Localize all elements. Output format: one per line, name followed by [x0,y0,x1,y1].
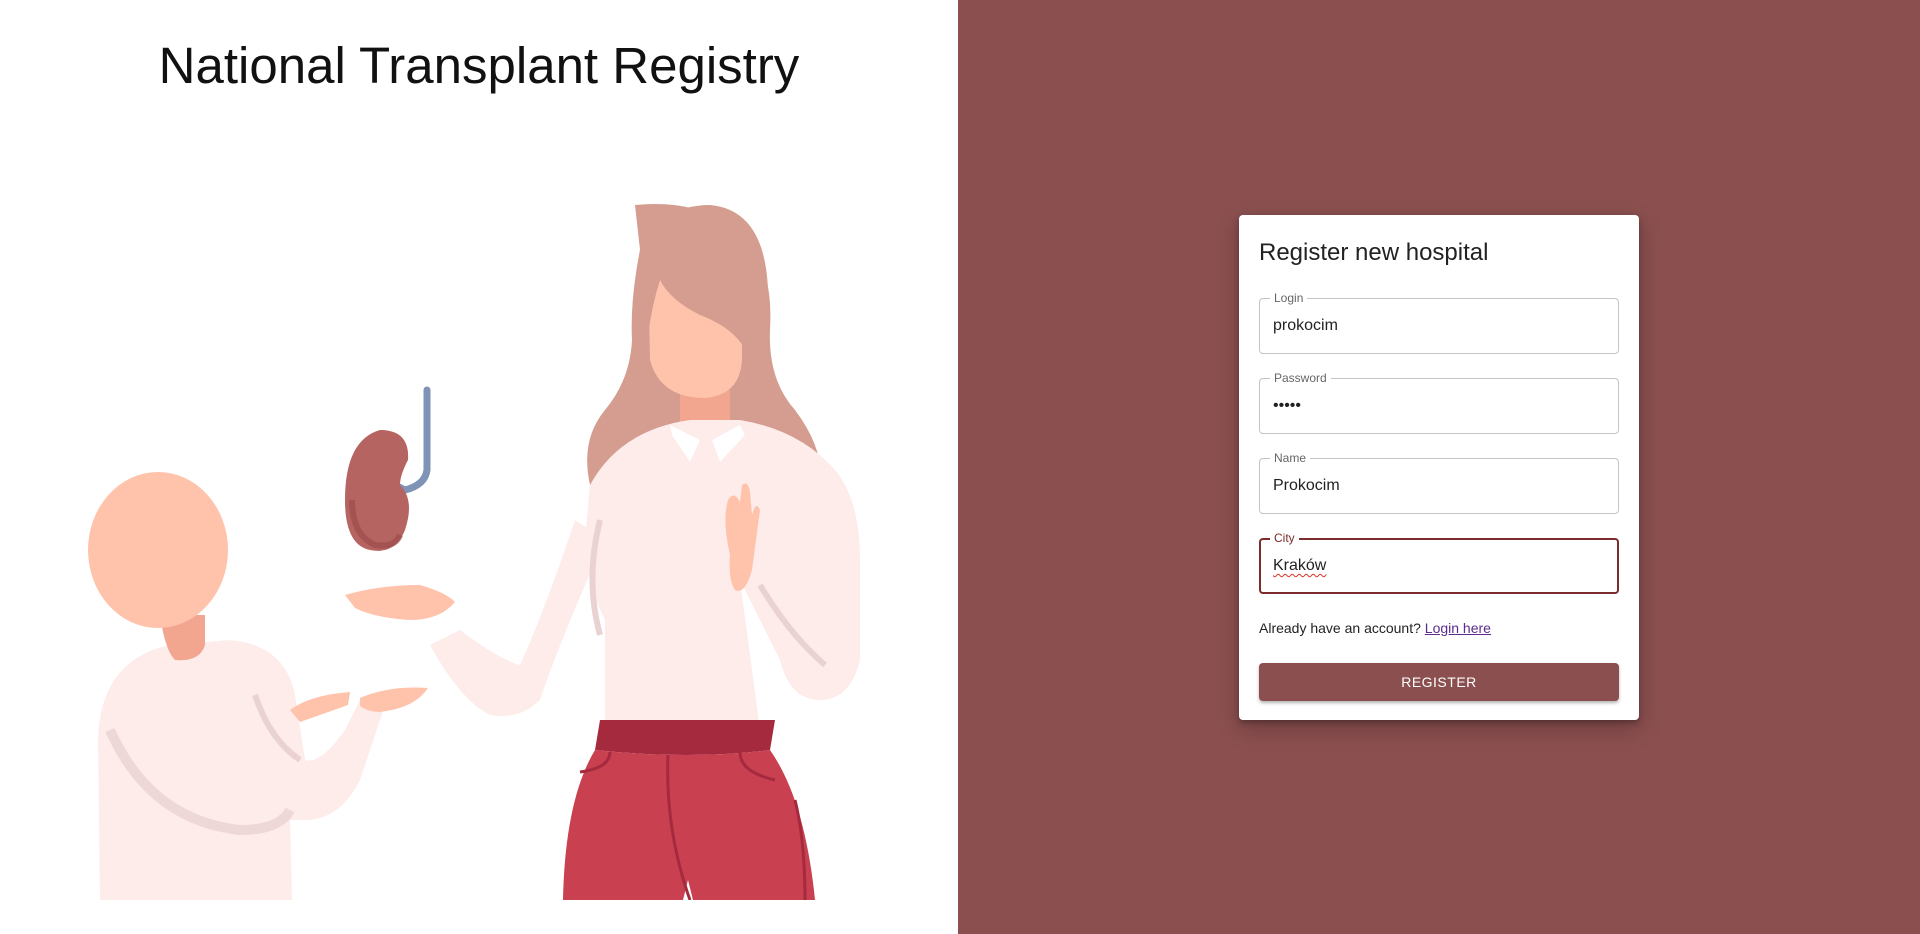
register-card: Register new hospital Login Password Nam… [1239,215,1639,720]
city-value: Kraków [1273,557,1327,574]
woman-figure [345,204,860,900]
register-button[interactable]: REGISTER [1259,663,1619,701]
kidney-icon [345,386,431,551]
app-title: National Transplant Registry [158,37,800,94]
password-input[interactable] [1273,379,1605,433]
password-field: Password [1259,371,1619,434]
account-prompt-row: Already have an account? Login here [1259,620,1491,636]
illustration-panel: National Transplant Registry [0,0,958,934]
name-input[interactable] [1273,459,1605,513]
kidney-donation-illustration [88,204,860,900]
form-title: Register new hospital [1259,239,1489,266]
name-field: Name [1259,451,1619,514]
login-field: Login [1259,291,1619,354]
login-input[interactable] [1273,299,1605,353]
city-input[interactable]: Kraków [1273,540,1604,592]
account-prompt-text: Already have an account? [1259,620,1421,636]
city-field: City Kraków [1259,531,1619,594]
form-panel: Register new hospital Login Password Nam… [958,0,1920,934]
login-here-link[interactable]: Login here [1425,620,1491,636]
